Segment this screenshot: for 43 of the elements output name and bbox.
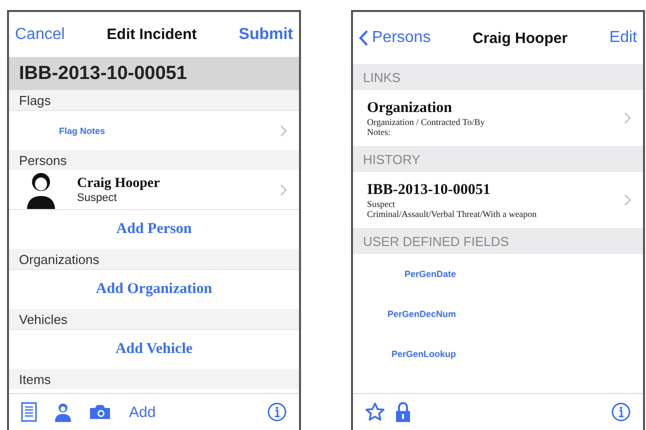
row-title[interactable]: Organization <box>367 100 485 116</box>
row-detail: Criminal/Assault/Verbal Threat/With a weapon <box>367 208 537 218</box>
row-detail: Suspect <box>367 198 396 208</box>
add-button[interactable]: Add Organization <box>9 280 299 299</box>
back-chevron-icon <box>359 30 368 46</box>
cancel-button[interactable]: Cancel <box>15 26 65 44</box>
info-icon[interactable] <box>611 402 631 422</box>
submit-button[interactable]: Submit <box>238 26 293 44</box>
camera-icon[interactable] <box>89 404 111 420</box>
row-detail: Notes: <box>367 126 390 136</box>
section-header: Organizations <box>9 249 299 269</box>
nav-title: Craig Hooper <box>472 30 568 46</box>
nav-title: Edit Incident <box>106 26 197 43</box>
incident-id: IBB-2013-10-00051 <box>9 57 299 90</box>
section-header: HISTORY <box>353 146 643 172</box>
person-icon[interactable] <box>55 402 71 422</box>
edit-button[interactable]: Edit <box>609 29 637 47</box>
person-role: Suspect <box>77 192 118 204</box>
info-icon[interactable] <box>267 402 287 422</box>
chevron-icon <box>624 194 631 206</box>
flag-notes-link[interactable]: Flag Notes <box>59 126 106 136</box>
section-header: Items <box>9 369 299 389</box>
person-name[interactable]: Craig Hooper <box>77 176 160 192</box>
add-button[interactable]: Add Vehicle <box>9 340 299 359</box>
section-header: USER DEFINED FIELDS <box>353 228 643 254</box>
add-button[interactable]: Add Person <box>9 220 299 239</box>
row-title[interactable]: IBB-2013-10-00051 <box>367 182 537 198</box>
section-header: Flags <box>9 90 299 110</box>
back-button[interactable]: Persons <box>359 29 431 47</box>
field-label: PerGenLookup <box>390 349 456 359</box>
field-label: PerGenDecNum <box>386 309 456 319</box>
document-icon[interactable] <box>21 402 37 422</box>
add-button[interactable]: Add <box>129 404 156 420</box>
chevron-icon <box>280 184 287 196</box>
row-detail: Organization / Contracted To/By <box>367 116 485 126</box>
lock-icon[interactable] <box>395 402 411 422</box>
field-label: PerGenDate <box>403 269 456 279</box>
star-icon[interactable] <box>365 402 385 422</box>
section-header: Vehicles <box>9 309 299 329</box>
chevron-icon <box>624 112 631 124</box>
chevron-icon <box>280 124 287 136</box>
section-header: LINKS <box>353 64 643 90</box>
section-header: Persons <box>9 150 299 170</box>
